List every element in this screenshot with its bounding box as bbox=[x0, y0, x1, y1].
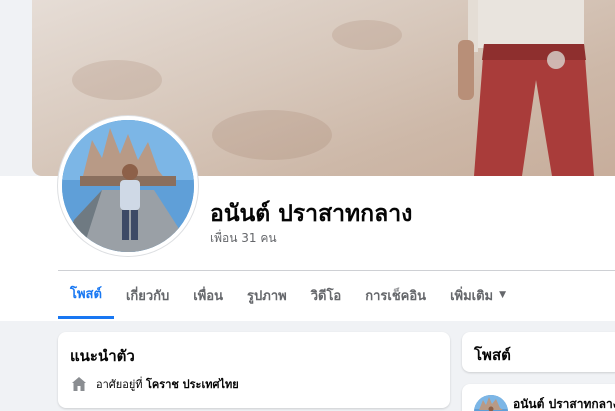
cover-person-figure bbox=[458, 0, 594, 176]
cover-texture bbox=[332, 20, 402, 50]
tab-label: โพสต์ bbox=[70, 287, 102, 302]
tab-checkins[interactable]: การเช็คอิน bbox=[353, 271, 438, 319]
cover-texture bbox=[212, 110, 332, 160]
intro-lives-in: อาศัยอยู่ที่ โคราช ประเทศไทย bbox=[70, 375, 239, 393]
profile-name: อนันต์ ปราสาทกลาง bbox=[210, 201, 413, 227]
lives-in-value[interactable]: โคราช ประเทศไทย bbox=[146, 378, 239, 391]
posts-header-card: โพสต์ bbox=[462, 332, 615, 372]
intro-title: แนะนำตัว bbox=[70, 347, 135, 365]
home-icon bbox=[70, 375, 88, 393]
tab-label: เพิ่มเติม bbox=[450, 288, 494, 304]
tab-photos[interactable]: รูปภาพ bbox=[235, 271, 299, 319]
post-author-avatar[interactable] bbox=[474, 395, 508, 411]
tab-label: เกี่ยวกับ bbox=[125, 288, 170, 304]
tab-posts[interactable]: โพสต์ bbox=[58, 271, 114, 319]
tab-about[interactable]: เกี่ยวกับ bbox=[114, 271, 181, 319]
cover-texture bbox=[72, 60, 162, 100]
caret-down-icon: ▼ bbox=[499, 290, 507, 300]
tab-label: รูปภาพ bbox=[247, 288, 287, 304]
friends-count[interactable]: เพื่อน 31 คน bbox=[210, 229, 277, 248]
tab-videos[interactable]: วิดีโอ bbox=[299, 271, 354, 319]
tab-friends[interactable]: เพื่อน bbox=[181, 271, 235, 319]
posts-title: โพสต์ bbox=[474, 346, 511, 364]
intro-card: แนะนำตัว อาศัยอยู่ที่ โคราช ประเทศไทย bbox=[58, 332, 450, 408]
post-author-name[interactable]: อนันต์ ปราสาทกลาง bbox=[513, 395, 615, 411]
tab-more[interactable]: เพิ่มเติม ▼ bbox=[438, 271, 518, 319]
tab-label: การเช็คอิน bbox=[365, 288, 427, 304]
tab-label: เพื่อน bbox=[193, 288, 224, 304]
tab-label: วิดีโอ bbox=[310, 288, 342, 304]
profile-tabs: โพสต์ เกี่ยวกับ เพื่อน รูปภาพ วิดีโอ การ… bbox=[58, 271, 518, 319]
avatar-photo bbox=[62, 120, 194, 252]
lives-in-label: อาศัยอยู่ที่ bbox=[96, 378, 143, 391]
profile-avatar[interactable] bbox=[58, 116, 198, 256]
post-preview-card: อนันต์ ปราสาทกลาง bbox=[462, 384, 615, 411]
